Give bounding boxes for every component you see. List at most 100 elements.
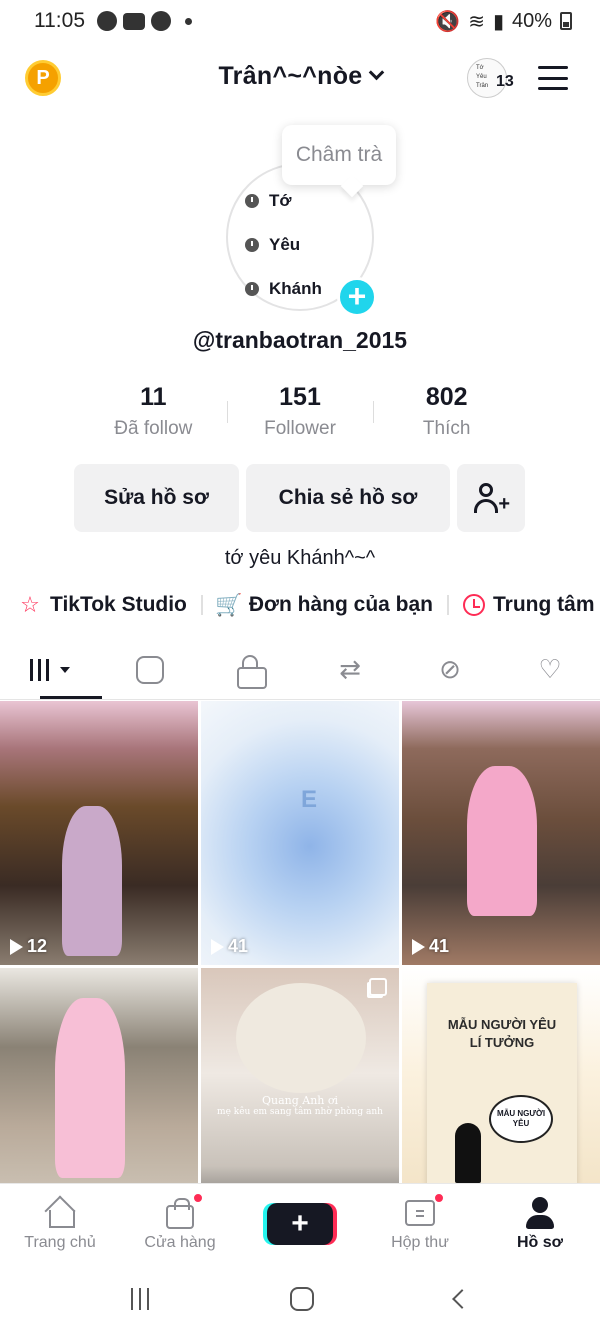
- quick-link-label: Đơn hàng của bạn: [248, 593, 433, 616]
- view-count: 12: [10, 936, 47, 957]
- battery-icon: [560, 12, 572, 30]
- tab-reposts[interactable]: ⇄: [300, 640, 400, 699]
- stat-value: 151: [279, 383, 321, 411]
- repost-icon: ⇄: [339, 654, 361, 684]
- add-friend-button[interactable]: +: [457, 464, 525, 532]
- tab-videos[interactable]: [0, 640, 102, 699]
- stat-value: 11: [140, 383, 167, 411]
- stat-following[interactable]: 11 Đã follow: [80, 383, 227, 440]
- hamburger-menu-icon[interactable]: [538, 66, 568, 90]
- poster-title: MẪU NGƯỜI YÊU LÍ TƯỞNG: [447, 1017, 557, 1050]
- clock-icon: [245, 238, 259, 252]
- cart-icon: 🛒: [215, 593, 243, 617]
- inbox-icon: [405, 1199, 435, 1226]
- clock-icon: [245, 194, 259, 208]
- lock-icon: [237, 654, 267, 689]
- nav-label: Cửa hàng: [144, 1233, 216, 1251]
- video-caption: Quang Anh ơi: [261, 1094, 339, 1107]
- silhouette: [455, 1123, 481, 1183]
- share-profile-button[interactable]: Chia sẻ hồ sơ: [246, 464, 450, 532]
- messenger-icon: [151, 11, 171, 31]
- nav-create[interactable]: +: [240, 1184, 360, 1263]
- status-left: 11:05: [34, 9, 192, 33]
- more-notifications-icon: [185, 17, 192, 25]
- note-bubble[interactable]: Châm trà: [282, 125, 396, 185]
- view-count: 41: [211, 936, 248, 957]
- divider: [447, 595, 449, 615]
- thought-cloud: MẪU NGƯỜI YÊU: [489, 1095, 553, 1143]
- person-figure: [467, 766, 537, 916]
- profile-handle: @tranbaotran_2015: [192, 327, 408, 353]
- stat-label: Thích: [422, 418, 471, 439]
- stat-value: 802: [425, 383, 468, 411]
- stat-likes[interactable]: 802 Thích: [373, 383, 520, 440]
- sticker-icon: [136, 655, 164, 684]
- status-bar: 11:05 🔇 ≋ ▮ 40%: [0, 0, 600, 42]
- nav-label: Hộp thư: [391, 1233, 449, 1251]
- video-grid: 12 E 41 41 Quang Anh ơi mẹ kêu em sang t…: [0, 701, 600, 1232]
- messenger-icon: [97, 11, 117, 31]
- tab-liked[interactable]: ♡: [500, 640, 600, 699]
- story-count: 13: [496, 73, 514, 90]
- notification-dot: [433, 1191, 445, 1204]
- nav-label: Trang chủ: [24, 1233, 96, 1251]
- tab-stickers[interactable]: [100, 640, 200, 699]
- status-time: 11:05: [34, 9, 85, 32]
- view-count: 41: [412, 936, 449, 957]
- nav-home[interactable]: Trang chủ: [0, 1184, 120, 1263]
- content-tabs: ⇄ ⊘ ♡: [0, 640, 600, 700]
- tab-private[interactable]: [200, 640, 300, 699]
- system-nav-bar: [0, 1264, 600, 1333]
- play-icon: [412, 938, 425, 955]
- home-button-icon[interactable]: [289, 1286, 314, 1311]
- story-line: Tớ: [476, 65, 484, 71]
- nav-profile[interactable]: Hồ sơ: [480, 1184, 600, 1263]
- tiktok-studio-link[interactable]: ☆ TikTok Studio: [18, 593, 187, 617]
- edit-profile-button[interactable]: Sửa hồ sơ: [74, 464, 239, 532]
- clock-icon: [245, 282, 259, 296]
- username-title: Trân^~^nòe: [218, 62, 363, 90]
- nav-shop[interactable]: Cửa hàng: [120, 1184, 240, 1263]
- quick-link-label: Trung tâm: [493, 593, 595, 616]
- chevron-down-icon: [368, 64, 384, 81]
- avatar-text: Tớ Yêu Khánh: [245, 179, 322, 311]
- profile-top-bar: P Trân^~^nòe Tớ Yêu Trân 13: [0, 48, 600, 108]
- play-icon: [211, 938, 224, 955]
- avatar-line: Yêu: [245, 223, 322, 267]
- add-person-icon: +: [474, 481, 510, 515]
- person-figure: [62, 806, 122, 956]
- bottom-nav: Trang chủ Cửa hàng + Hộp thư Hồ sơ: [0, 1183, 600, 1263]
- avatar-line: Khánh: [245, 267, 322, 311]
- video-thumbnail[interactable]: 12: [0, 701, 198, 965]
- grid-bars-icon: [30, 658, 70, 681]
- notification-dot: [192, 1191, 204, 1204]
- stat-label: Đã follow: [114, 418, 193, 439]
- bookmark-hidden-icon: ⊘: [439, 654, 461, 684]
- activity-center-link[interactable]: Trung tâm: [463, 593, 595, 617]
- recent-apps-icon[interactable]: [130, 1287, 149, 1310]
- video-thumbnail[interactable]: E 41: [201, 701, 399, 965]
- person-star-icon: ☆: [20, 593, 40, 617]
- stat-followers[interactable]: 151 Follower: [226, 383, 374, 440]
- person-figure: [55, 998, 125, 1178]
- play-icon: [10, 938, 23, 955]
- profile-bio: tớ yêu Khánh^~^: [224, 547, 376, 569]
- multiple-photos-icon: [369, 978, 387, 996]
- profile-actions: Sửa hồ sơ Chia sẻ hồ sơ +: [74, 464, 525, 532]
- quick-link-label: TikTok Studio: [50, 593, 187, 616]
- profile-icon: [525, 1196, 555, 1230]
- divider: [200, 595, 203, 615]
- profile-stats: 11 Đã follow 151 Follower 802 Thích: [80, 383, 520, 440]
- tab-favorites[interactable]: ⊘: [400, 640, 500, 699]
- person-figure: [236, 983, 366, 1093]
- video-thumbnail[interactable]: 41: [402, 701, 600, 965]
- back-icon[interactable]: [452, 1288, 473, 1309]
- nav-inbox[interactable]: Hộp thư: [360, 1184, 480, 1263]
- orders-link[interactable]: 🛒 Đơn hàng của bạn: [215, 593, 433, 617]
- stat-label: Follower: [264, 418, 336, 439]
- heart-hidden-icon: ♡: [538, 654, 562, 684]
- video-caption: mẹ kêu em sang tâm nhờ phòng anh: [217, 1107, 383, 1117]
- battery-percent: 40%: [511, 9, 552, 32]
- add-story-button[interactable]: +: [337, 277, 377, 317]
- overlay-text: E: [301, 786, 318, 813]
